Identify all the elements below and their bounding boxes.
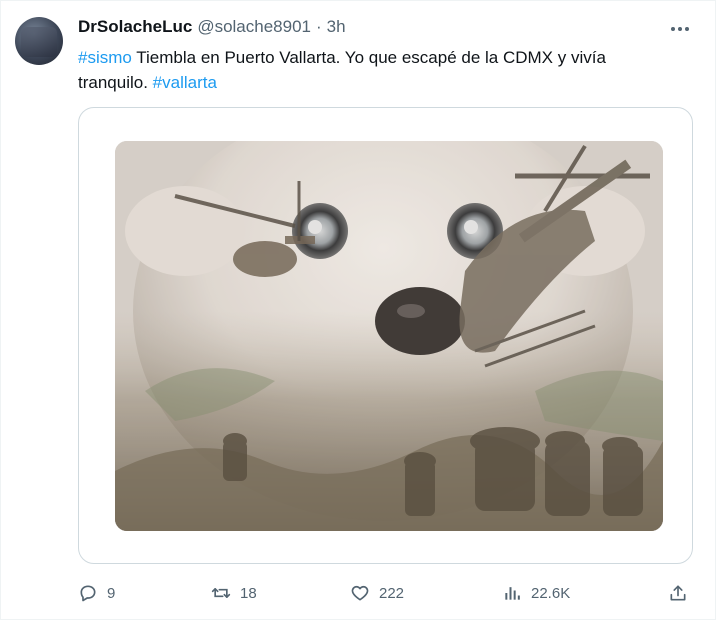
like-count: 222 — [379, 584, 405, 602]
heart-icon — [351, 585, 369, 601]
avatar[interactable] — [15, 17, 63, 65]
avatar-image — [21, 27, 57, 57]
tweet-card[interactable]: DrSolacheLuc @solache8901 · 3h #sismo Ti… — [0, 0, 716, 620]
meme-image-dog-helicopters — [115, 141, 663, 531]
reply-count: 9 — [107, 584, 116, 602]
separator-dot: · — [315, 17, 322, 36]
views-button[interactable]: 22.6K — [502, 579, 570, 607]
tweet-text: #sismo Tiembla en Puerto Vallarta. Yo qu… — [78, 45, 668, 95]
tweet-actions: 9 18 222 22.6K — [78, 579, 693, 607]
share-button[interactable] — [668, 579, 688, 607]
hashtag-sismo[interactable]: #sismo — [78, 48, 132, 67]
retweet-icon — [211, 588, 231, 598]
media-card[interactable] — [78, 107, 693, 564]
more-options-icon[interactable] — [667, 17, 693, 41]
author-handle[interactable]: @solache8901 — [197, 17, 311, 37]
retweet-count: 18 — [240, 584, 257, 602]
tweet-image[interactable] — [115, 141, 663, 531]
tweet-header: DrSolacheLuc @solache8901 · 3h — [78, 17, 655, 37]
hashtag-vallarta[interactable]: #vallarta — [153, 73, 217, 92]
share-icon — [670, 585, 686, 601]
author-display-name[interactable]: DrSolacheLuc — [78, 17, 192, 37]
reply-button[interactable]: 9 — [78, 579, 115, 607]
timestamp[interactable]: 3h — [327, 17, 346, 37]
views-chart-icon — [505, 587, 520, 600]
retweet-button[interactable]: 18 — [211, 579, 257, 607]
views-count: 22.6K — [531, 584, 571, 602]
like-button[interactable]: 222 — [350, 579, 404, 607]
reply-icon — [80, 585, 96, 602]
